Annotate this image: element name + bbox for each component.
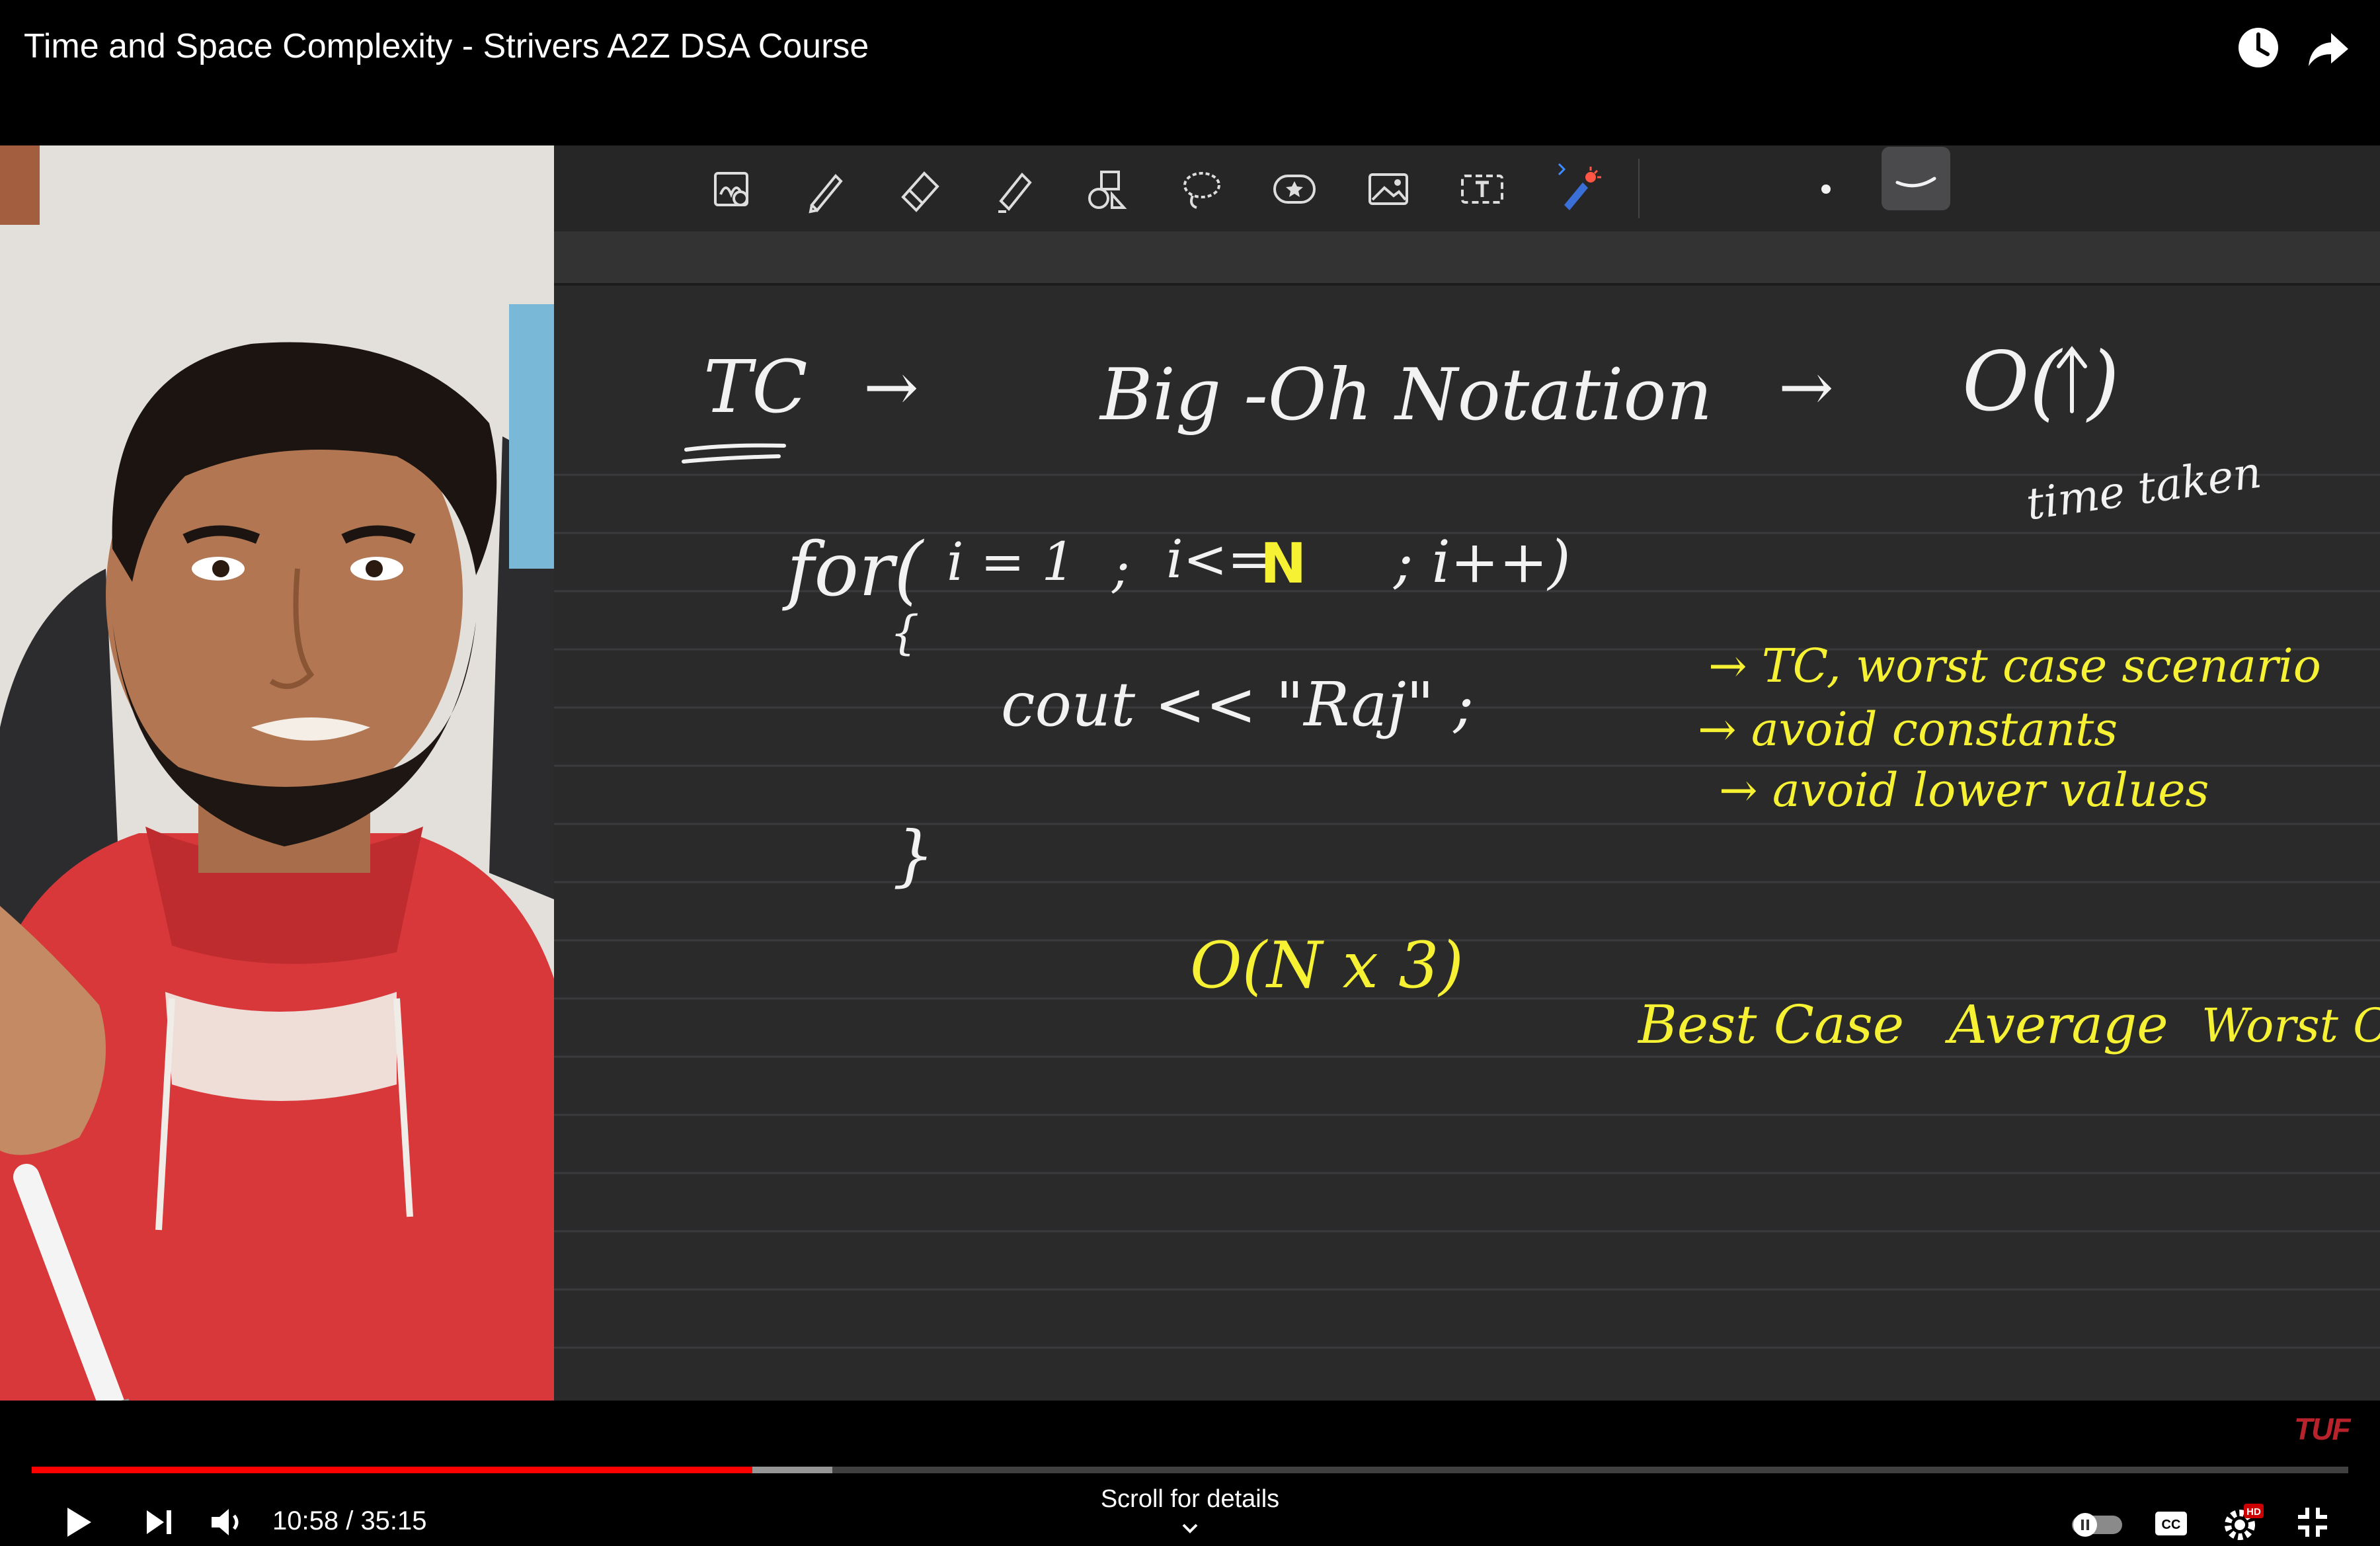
- text-box-icon[interactable]: [1450, 157, 1514, 221]
- big-oh-notation: Big -Oh Notation: [1100, 354, 1713, 436]
- share-icon[interactable]: [2305, 24, 2352, 71]
- presenter-illustration: [0, 145, 554, 1401]
- toolbar-divider: [1638, 159, 1640, 218]
- laser-pointer-icon[interactable]: [1544, 157, 1608, 221]
- progress-played: [32, 1467, 753, 1473]
- progress-bar[interactable]: [32, 1467, 2348, 1473]
- brand-watermark: TUF: [2294, 1412, 2350, 1446]
- notes-toolbar: [554, 145, 2380, 231]
- note-board[interactable]: TC → Big -Oh Notation → O( ) time taken …: [554, 288, 2380, 1401]
- sticker-icon[interactable]: [1263, 157, 1326, 221]
- bullet-avoid-lower-values: → avoid lower values: [1719, 763, 2209, 817]
- for-rest: ; i++): [1394, 528, 1571, 596]
- play-icon[interactable]: [53, 1498, 100, 1546]
- lasso-icon[interactable]: [1169, 157, 1232, 221]
- arrow-1: →: [863, 348, 919, 426]
- tc-label: TC: [703, 345, 808, 429]
- for-init: i = 1: [947, 531, 1076, 592]
- image-icon[interactable]: [1357, 157, 1420, 221]
- case-best: Best Case: [1638, 994, 1905, 1055]
- for-cond-i: i<=: [1166, 528, 1272, 590]
- ruled-lines: [554, 346, 2380, 1349]
- stroke-style-button[interactable]: [1882, 147, 1950, 210]
- top-bar: Time and Space Complexity - Strivers A2Z…: [0, 0, 2380, 145]
- cout-statement: cout << "Raj" ;: [1001, 669, 1474, 740]
- bullet-avoid-constants: → avoid constants: [1698, 702, 2118, 756]
- exit-fullscreen-icon[interactable]: [2289, 1498, 2336, 1546]
- big-o-expression: O(N x 3): [1190, 928, 1464, 1002]
- volume-icon[interactable]: [202, 1498, 250, 1546]
- video-frame[interactable]: TC → Big -Oh Notation → O( ) time taken …: [0, 145, 2380, 1401]
- presenter-webcam: [0, 145, 554, 1401]
- hd-badge: HD: [2246, 1506, 2261, 1518]
- scroll-for-details[interactable]: Scroll for details: [1058, 1485, 1322, 1514]
- notes-subbar: [554, 231, 2380, 286]
- highlighter-icon[interactable]: [981, 157, 1045, 221]
- eraser-icon[interactable]: [887, 157, 951, 221]
- case-average: Average: [1949, 994, 2168, 1055]
- pen-icon[interactable]: [793, 157, 857, 221]
- clock-icon[interactable]: [2235, 24, 2282, 71]
- arrow-2: →: [1778, 348, 1834, 426]
- player-controls: TUF 10:58 / 35:15 Scroll for details CC …: [0, 1401, 2380, 1546]
- zoom-select-icon[interactable]: [699, 157, 763, 221]
- notes-canvas[interactable]: TC → Big -Oh Notation → O( ) time taken …: [554, 145, 2380, 1401]
- svg-text:CC: CC: [2162, 1518, 2181, 1532]
- big-o-empty: O( ): [1962, 335, 2120, 430]
- bullet-worst-case: → TC, worst case scenario: [1708, 639, 2321, 693]
- settings-icon[interactable]: HD: [2217, 1498, 2265, 1546]
- for-semicolon-1: ;: [1112, 538, 1130, 599]
- captions-icon[interactable]: CC: [2147, 1498, 2195, 1546]
- autoplay-toggle-icon[interactable]: [2065, 1498, 2129, 1546]
- chevron-down-icon[interactable]: [1174, 1517, 1206, 1543]
- video-title[interactable]: Time and Space Complexity - Strivers A2Z…: [24, 26, 869, 66]
- stroke-size-dot-icon[interactable]: [1810, 173, 1842, 205]
- close-brace: }: [892, 817, 935, 894]
- for-keyword: for(: [787, 527, 924, 613]
- for-cond-n: N: [1260, 531, 1307, 596]
- time-display: 10:58 / 35:15: [272, 1506, 427, 1535]
- open-brace: {: [890, 606, 920, 660]
- shapes-icon[interactable]: [1075, 157, 1138, 221]
- next-icon[interactable]: [135, 1498, 182, 1546]
- case-worst: Worst Case: [2202, 998, 2380, 1053]
